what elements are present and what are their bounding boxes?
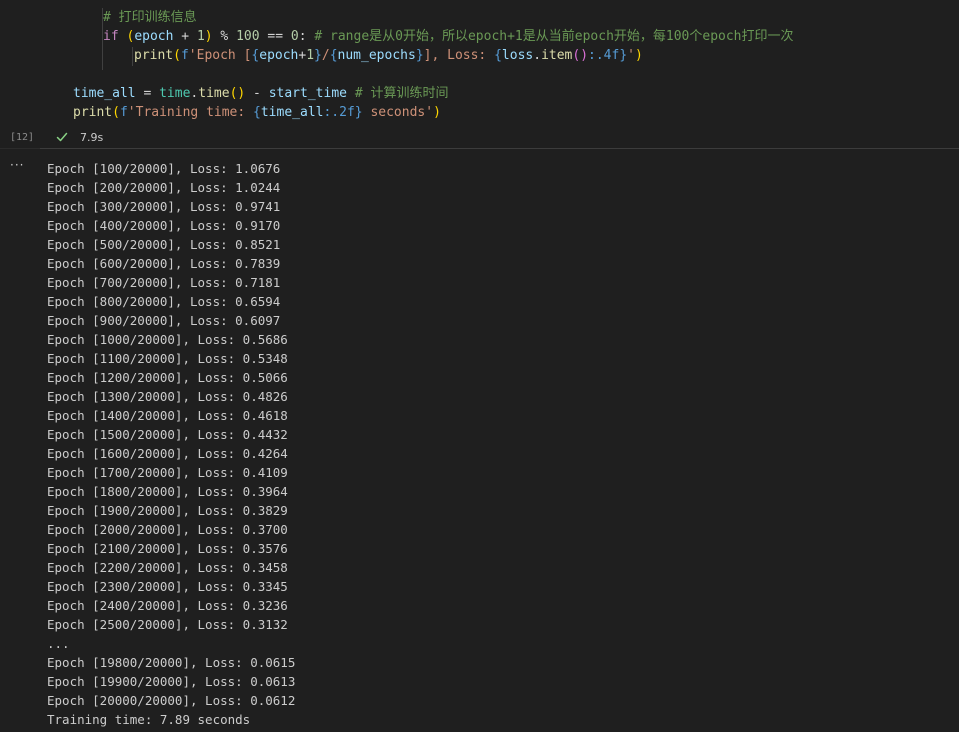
output-line: Epoch [2300/20000], Loss: 0.3345: [47, 579, 288, 594]
output-line: Epoch [1100/20000], Loss: 0.5348: [47, 351, 288, 366]
output-line: Epoch [2000/20000], Loss: 0.3700: [47, 522, 288, 537]
code-token: print: [134, 48, 174, 63]
code-token: time: [198, 86, 230, 101]
code-token: :.4f}: [588, 48, 628, 63]
code-token: print: [73, 105, 113, 120]
output-line: ...: [47, 636, 70, 651]
code-token: loss: [501, 48, 534, 63]
code-token: -: [245, 86, 269, 101]
code-token: 100: [236, 29, 260, 44]
output-line: Epoch [1500/20000], Loss: 0.4432: [47, 427, 288, 442]
output-line: Epoch [1900/20000], Loss: 0.3829: [47, 503, 288, 518]
code-cell[interactable]: # 打印训练信息 if ( epoch + 1) % 100 == 0: # ra…: [0, 0, 959, 149]
code-token: {: [253, 105, 261, 120]
output-line: Epoch [20000/20000], Loss: 0.0612: [47, 693, 296, 708]
output-line: Epoch [1700/20000], Loss: 0.4109: [47, 465, 288, 480]
code-token: ': [627, 48, 635, 63]
code-token: item: [541, 48, 573, 63]
code-line[interactable]: time_all = time.time() - start_time # 计算…: [73, 84, 448, 103]
output-line: Epoch [1000/20000], Loss: 0.5686: [47, 332, 288, 347]
output-line: Epoch [600/20000], Loss: 0.7839: [47, 256, 281, 271]
code-token: ): [433, 105, 441, 120]
code-token: 'Training time:: [127, 105, 254, 120]
output-line: Epoch [1300/20000], Loss: 0.4826: [47, 389, 288, 404]
output-line: Epoch [1400/20000], Loss: 0.4618: [47, 408, 288, 423]
output-line: Epoch [19900/20000], Loss: 0.0613: [47, 674, 296, 689]
output-line: Epoch [2500/20000], Loss: 0.3132: [47, 617, 288, 632]
code-token: }: [415, 48, 424, 63]
output-line: Epoch [500/20000], Loss: 0.8521: [47, 237, 281, 252]
output-line: Epoch [100/20000], Loss: 1.0676: [47, 161, 281, 176]
output-line: Epoch [2100/20000], Loss: 0.3576: [47, 541, 288, 556]
code-token: +: [173, 29, 197, 44]
code-token: # range是从0开始，所以epoch+1是从当前epoch开始，每100个e…: [314, 29, 794, 44]
code-token: {: [494, 48, 502, 63]
code-token: =: [135, 86, 160, 101]
output-line: Epoch [1600/20000], Loss: 0.4264: [47, 446, 288, 461]
output-line: Epoch [19800/20000], Loss: 0.0615: [47, 655, 296, 670]
code-token: /: [321, 48, 330, 63]
code-token: ], Loss:: [423, 48, 495, 63]
code-token: epoch: [259, 48, 299, 63]
code-token: %: [212, 29, 237, 44]
code-token: {: [329, 48, 338, 63]
code-token: epoch: [134, 29, 174, 44]
output-line: Epoch [1200/20000], Loss: 0.5066: [47, 370, 288, 385]
output-line: Epoch [700/20000], Loss: 0.7181: [47, 275, 281, 290]
code-token: time: [159, 86, 191, 101]
output-line: Epoch [800/20000], Loss: 0.6594: [47, 294, 281, 309]
output-line: Epoch [400/20000], Loss: 0.9170: [47, 218, 281, 233]
code-token: ==: [259, 29, 291, 44]
cell-output[interactable]: ··· Epoch [100/20000], Loss: 1.0676 Epoch…: [0, 149, 959, 732]
code-token: # 打印训练信息: [103, 10, 197, 25]
code-token: (): [572, 48, 589, 63]
code-token: 1: [196, 29, 205, 44]
code-line[interactable]: print(f'Epoch [{epoch+1}/{num_epochs}], …: [134, 46, 643, 65]
code-token: 0: [290, 29, 299, 44]
code-token: num_epochs: [337, 48, 416, 63]
code-token: time_all: [73, 86, 136, 101]
code-token: 1: [306, 48, 315, 63]
code-token: f: [180, 48, 189, 63]
output-line: Training time: 7.89 seconds: [47, 712, 251, 727]
code-token: ): [204, 29, 213, 44]
output-line: Epoch [200/20000], Loss: 1.0244: [47, 180, 281, 195]
code-token: (): [229, 86, 246, 101]
execution-time: 7.9s: [80, 131, 104, 144]
code-token: seconds': [362, 105, 434, 120]
code-token: :: [298, 29, 315, 44]
code-line[interactable]: print(f'Training time: {time_all:.2f} se…: [73, 103, 441, 122]
code-line[interactable]: # 打印训练信息: [103, 8, 197, 27]
output-line: Epoch [900/20000], Loss: 0.6097: [47, 313, 281, 328]
output-lines: Epoch [100/20000], Loss: 1.0676 Epoch [20…: [47, 159, 295, 729]
output-line: Epoch [1800/20000], Loss: 0.3964: [47, 484, 288, 499]
code-token: (: [173, 48, 181, 63]
check-icon: [56, 132, 68, 142]
output-line: Epoch [2200/20000], Loss: 0.3458: [47, 560, 288, 575]
execution-count: [12]: [10, 132, 35, 143]
code-token: .: [533, 48, 542, 63]
code-token: :.2f}: [323, 105, 363, 120]
code-token: ): [635, 48, 643, 63]
code-token: f: [119, 105, 128, 120]
code-token: if: [103, 29, 119, 44]
output-more-actions-icon[interactable]: ···: [10, 159, 24, 171]
code-token: # 计算训练时间: [354, 86, 449, 101]
code-token: time_all: [260, 105, 324, 120]
output-line: Epoch [2400/20000], Loss: 0.3236: [47, 598, 288, 613]
code-token: }: [314, 48, 322, 63]
output-line: Epoch [300/20000], Loss: 0.9741: [47, 199, 281, 214]
code-token: 'Epoch [: [188, 48, 252, 63]
code-token: start_time: [268, 86, 347, 101]
code-token: (: [112, 105, 120, 120]
indent-guide: [132, 47, 133, 66]
code-line[interactable]: if (epoch + 1) % 100 == 0: # range是从0开始，…: [103, 27, 794, 46]
code-editor[interactable]: # 打印训练信息 if ( epoch + 1) % 100 == 0: # ra…: [40, 0, 959, 129]
